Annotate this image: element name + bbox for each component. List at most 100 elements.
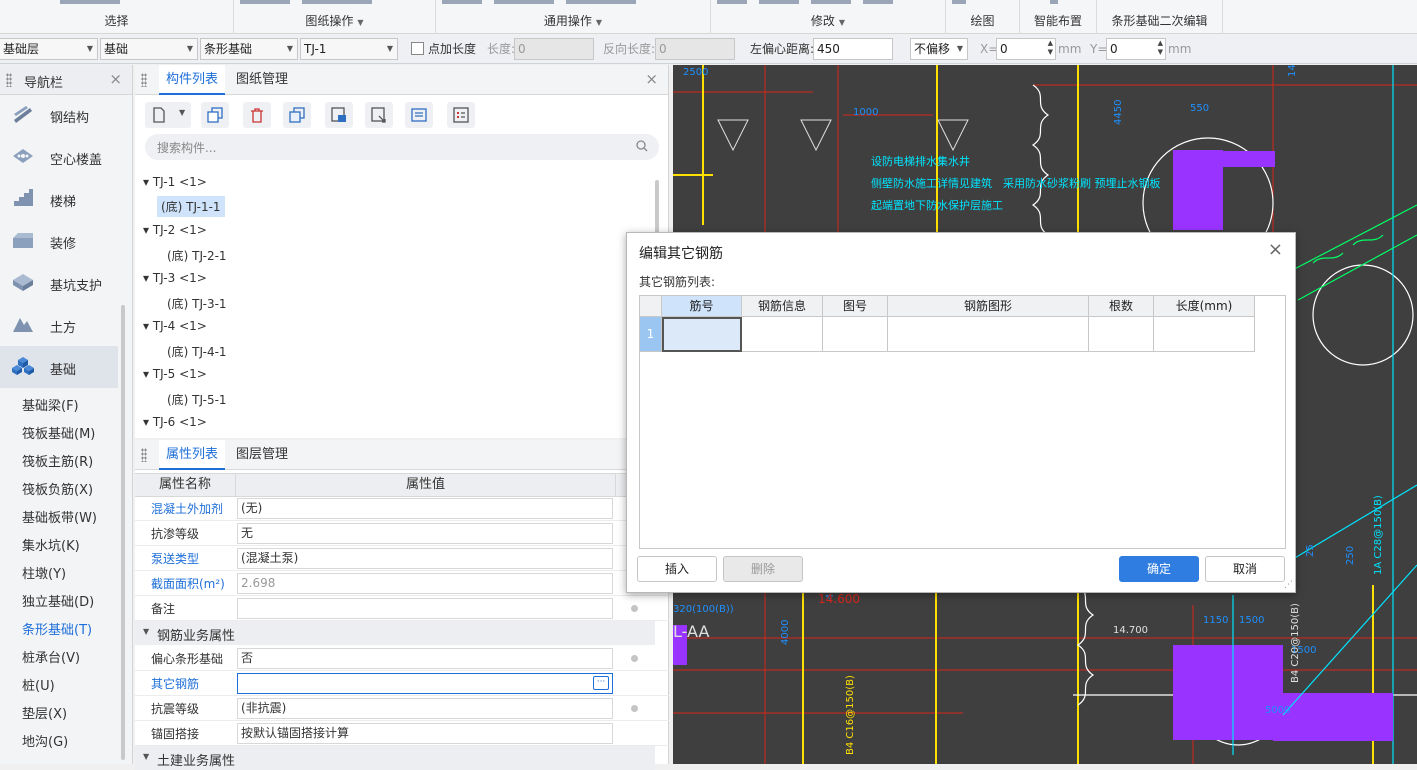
table-cell-selected[interactable] [662, 317, 742, 352]
column-header-count[interactable]: 根数 [1089, 296, 1154, 317]
column-header-bar-number[interactable]: 筋号 [662, 296, 742, 317]
insert-button[interactable]: 插入 [637, 556, 717, 582]
tree-node[interactable]: ▾ TJ-1 <1> [143, 175, 207, 189]
column-header-rebar-info[interactable]: 钢筋信息 [742, 296, 823, 317]
column-header-rebar-shape[interactable]: 钢筋图形 [888, 296, 1089, 317]
type-select[interactable]: 条形基础 ▼ [200, 38, 298, 60]
tree-node-child[interactable]: (底) TJ-3-1 [167, 295, 227, 312]
property-row[interactable]: 泵送类型 (混凝土泵) [135, 546, 669, 571]
property-value[interactable]: (非抗震) [237, 698, 613, 719]
list-view-button[interactable] [405, 102, 433, 128]
delete-row-button[interactable]: 删除 [723, 556, 803, 582]
close-icon[interactable]: × [1268, 239, 1283, 260]
property-row[interactable]: 其它钢筋 ··· [135, 671, 669, 696]
reverse-length-input[interactable]: 0 [655, 38, 735, 60]
nav-item-foundation-strip[interactable]: 基础板带(W) [22, 507, 97, 526]
tree-node[interactable]: ▾ TJ-3 <1> [143, 271, 207, 285]
tree-node-child[interactable]: (底) TJ-5-1 [167, 391, 227, 408]
delete-button[interactable] [243, 102, 271, 128]
nav-item-strip-foundation[interactable]: 条形基础(T) [22, 619, 92, 638]
property-row[interactable]: 备注 [135, 596, 669, 621]
tab-property-list[interactable]: 属性列表 [159, 440, 225, 470]
nav-item-cushion[interactable]: 垫层(X) [22, 703, 67, 722]
property-value[interactable] [237, 598, 613, 619]
cancel-button[interactable]: 取消 [1205, 556, 1285, 582]
ellipsis-button-icon[interactable]: ··· [593, 676, 609, 690]
column-header-figure-number[interactable]: 图号 [823, 296, 888, 317]
nav-item-column-pier[interactable]: 柱墩(Y) [22, 563, 66, 582]
table-cell[interactable] [1089, 317, 1154, 352]
search-icon[interactable] [635, 139, 649, 153]
spinner-icon[interactable]: ▲ ▼ [1158, 39, 1163, 57]
tab-drawing-management[interactable]: 图纸管理 [229, 65, 295, 95]
tree-node-child[interactable]: (底) TJ-2-1 [167, 247, 227, 264]
drag-grip-icon[interactable] [141, 448, 147, 462]
property-row[interactable]: 抗震等级 (非抗震) [135, 696, 669, 721]
tree-node-child[interactable]: (底) TJ-4-1 [167, 343, 227, 360]
property-row[interactable]: 截面面积(m²) 2.698 [135, 571, 669, 596]
nav-item-isolated-foundation[interactable]: 独立基础(D) [22, 591, 94, 610]
nav-category-steel[interactable]: 钢结构 [0, 94, 118, 136]
column-header-length[interactable]: 长度(mm) [1154, 296, 1255, 317]
offset-mode-select[interactable]: 不偏移 ▼ [910, 38, 968, 60]
tree-node[interactable]: ▾ TJ-6 <1> [143, 415, 207, 429]
table-cell[interactable] [888, 317, 1089, 352]
nav-category-foundation[interactable]: 基础 [0, 346, 118, 388]
ribbon-group-draw[interactable]: 绘图 [946, 0, 1020, 34]
length-input[interactable]: 0 [514, 38, 594, 60]
property-value[interactable]: 否 [237, 648, 613, 669]
close-icon[interactable]: × [109, 70, 122, 88]
property-value[interactable]: 按默认锚固搭接计算 [237, 723, 613, 744]
copy-button[interactable] [201, 102, 229, 128]
ok-button[interactable]: 确定 [1119, 556, 1199, 582]
table-cell[interactable] [742, 317, 823, 352]
table-cell[interactable] [1154, 317, 1255, 352]
category-select[interactable]: 基础 ▼ [100, 38, 198, 60]
nav-item-foundation-beam[interactable]: 基础梁(F) [22, 395, 79, 414]
drag-grip-icon[interactable] [6, 73, 12, 87]
nav-item-sump-pit[interactable]: 集水坑(K) [22, 535, 80, 554]
layer-select[interactable]: 基础层 ▼ [0, 38, 98, 60]
tab-layer-management[interactable]: 图层管理 [229, 440, 295, 470]
nav-category-stairs[interactable]: 楼梯 [0, 178, 118, 220]
y-input[interactable]: 0 ▲ ▼ [1106, 38, 1166, 60]
tree-node[interactable]: ▾ TJ-5 <1> [143, 367, 207, 381]
ribbon-group-common-ops[interactable]: 通用操作 ▼ [436, 0, 711, 34]
ribbon-group-select[interactable]: 选择 [0, 0, 234, 34]
ribbon-group-modify[interactable]: 修改 ▼ [711, 0, 946, 34]
property-row[interactable]: 偏心条形基础否 [135, 646, 669, 671]
spinner-icon[interactable]: ▲ ▼ [1048, 39, 1053, 57]
resize-grip-icon[interactable]: ⋰ [1284, 580, 1293, 590]
tree-node[interactable]: ▾ TJ-2 <1> [143, 223, 207, 237]
import-button[interactable] [365, 102, 393, 128]
copy-to-layer-button[interactable] [325, 102, 353, 128]
close-icon[interactable]: × [645, 70, 658, 88]
section-civil-properties[interactable]: ▼ 土建业务属性 [135, 746, 655, 770]
left-offset-input[interactable]: 450 [813, 38, 893, 60]
property-value[interactable]: 无 [237, 523, 613, 544]
component-search-input[interactable]: 搜索构件... [145, 134, 659, 160]
table-cell[interactable] [823, 317, 888, 352]
property-value-other-rebar[interactable]: ··· [237, 673, 613, 694]
tab-component-list[interactable]: 构件列表 [159, 65, 225, 95]
property-view-button[interactable] [447, 102, 475, 128]
layer-copy-button[interactable] [283, 102, 311, 128]
nav-category-earthwork[interactable]: 土方 [0, 304, 118, 346]
x-input[interactable]: 0 ▲ ▼ [996, 38, 1056, 60]
property-row[interactable]: 抗渗等级 无 [135, 521, 669, 546]
property-row[interactable]: 混凝土外加剂 (无) [135, 496, 669, 521]
row-number-cell[interactable]: 1 [640, 317, 662, 352]
nav-category-decoration[interactable]: 装修 [0, 220, 118, 262]
nav-item-pile[interactable]: 桩(U) [22, 675, 55, 694]
nav-category-pit-support[interactable]: 基坑支护 [0, 262, 118, 304]
property-value[interactable]: (无) [237, 498, 613, 519]
component-select[interactable]: TJ-1 ▼ [300, 38, 398, 60]
property-value[interactable]: (混凝土泵) [237, 548, 613, 569]
drag-grip-icon[interactable] [141, 73, 147, 87]
nav-item-raft-main-rebar[interactable]: 筏板主筋(R) [22, 451, 93, 470]
ribbon-group-drawing-ops[interactable]: 图纸操作 ▼ [234, 0, 436, 34]
property-row[interactable]: 锚固搭接 按默认锚固搭接计算 [135, 721, 669, 746]
tree-node-selected[interactable]: (底) TJ-1-1 [157, 196, 225, 217]
nav-item-raft-foundation[interactable]: 筏板基础(M) [22, 423, 95, 442]
nav-item-trench[interactable]: 地沟(G) [22, 731, 68, 750]
